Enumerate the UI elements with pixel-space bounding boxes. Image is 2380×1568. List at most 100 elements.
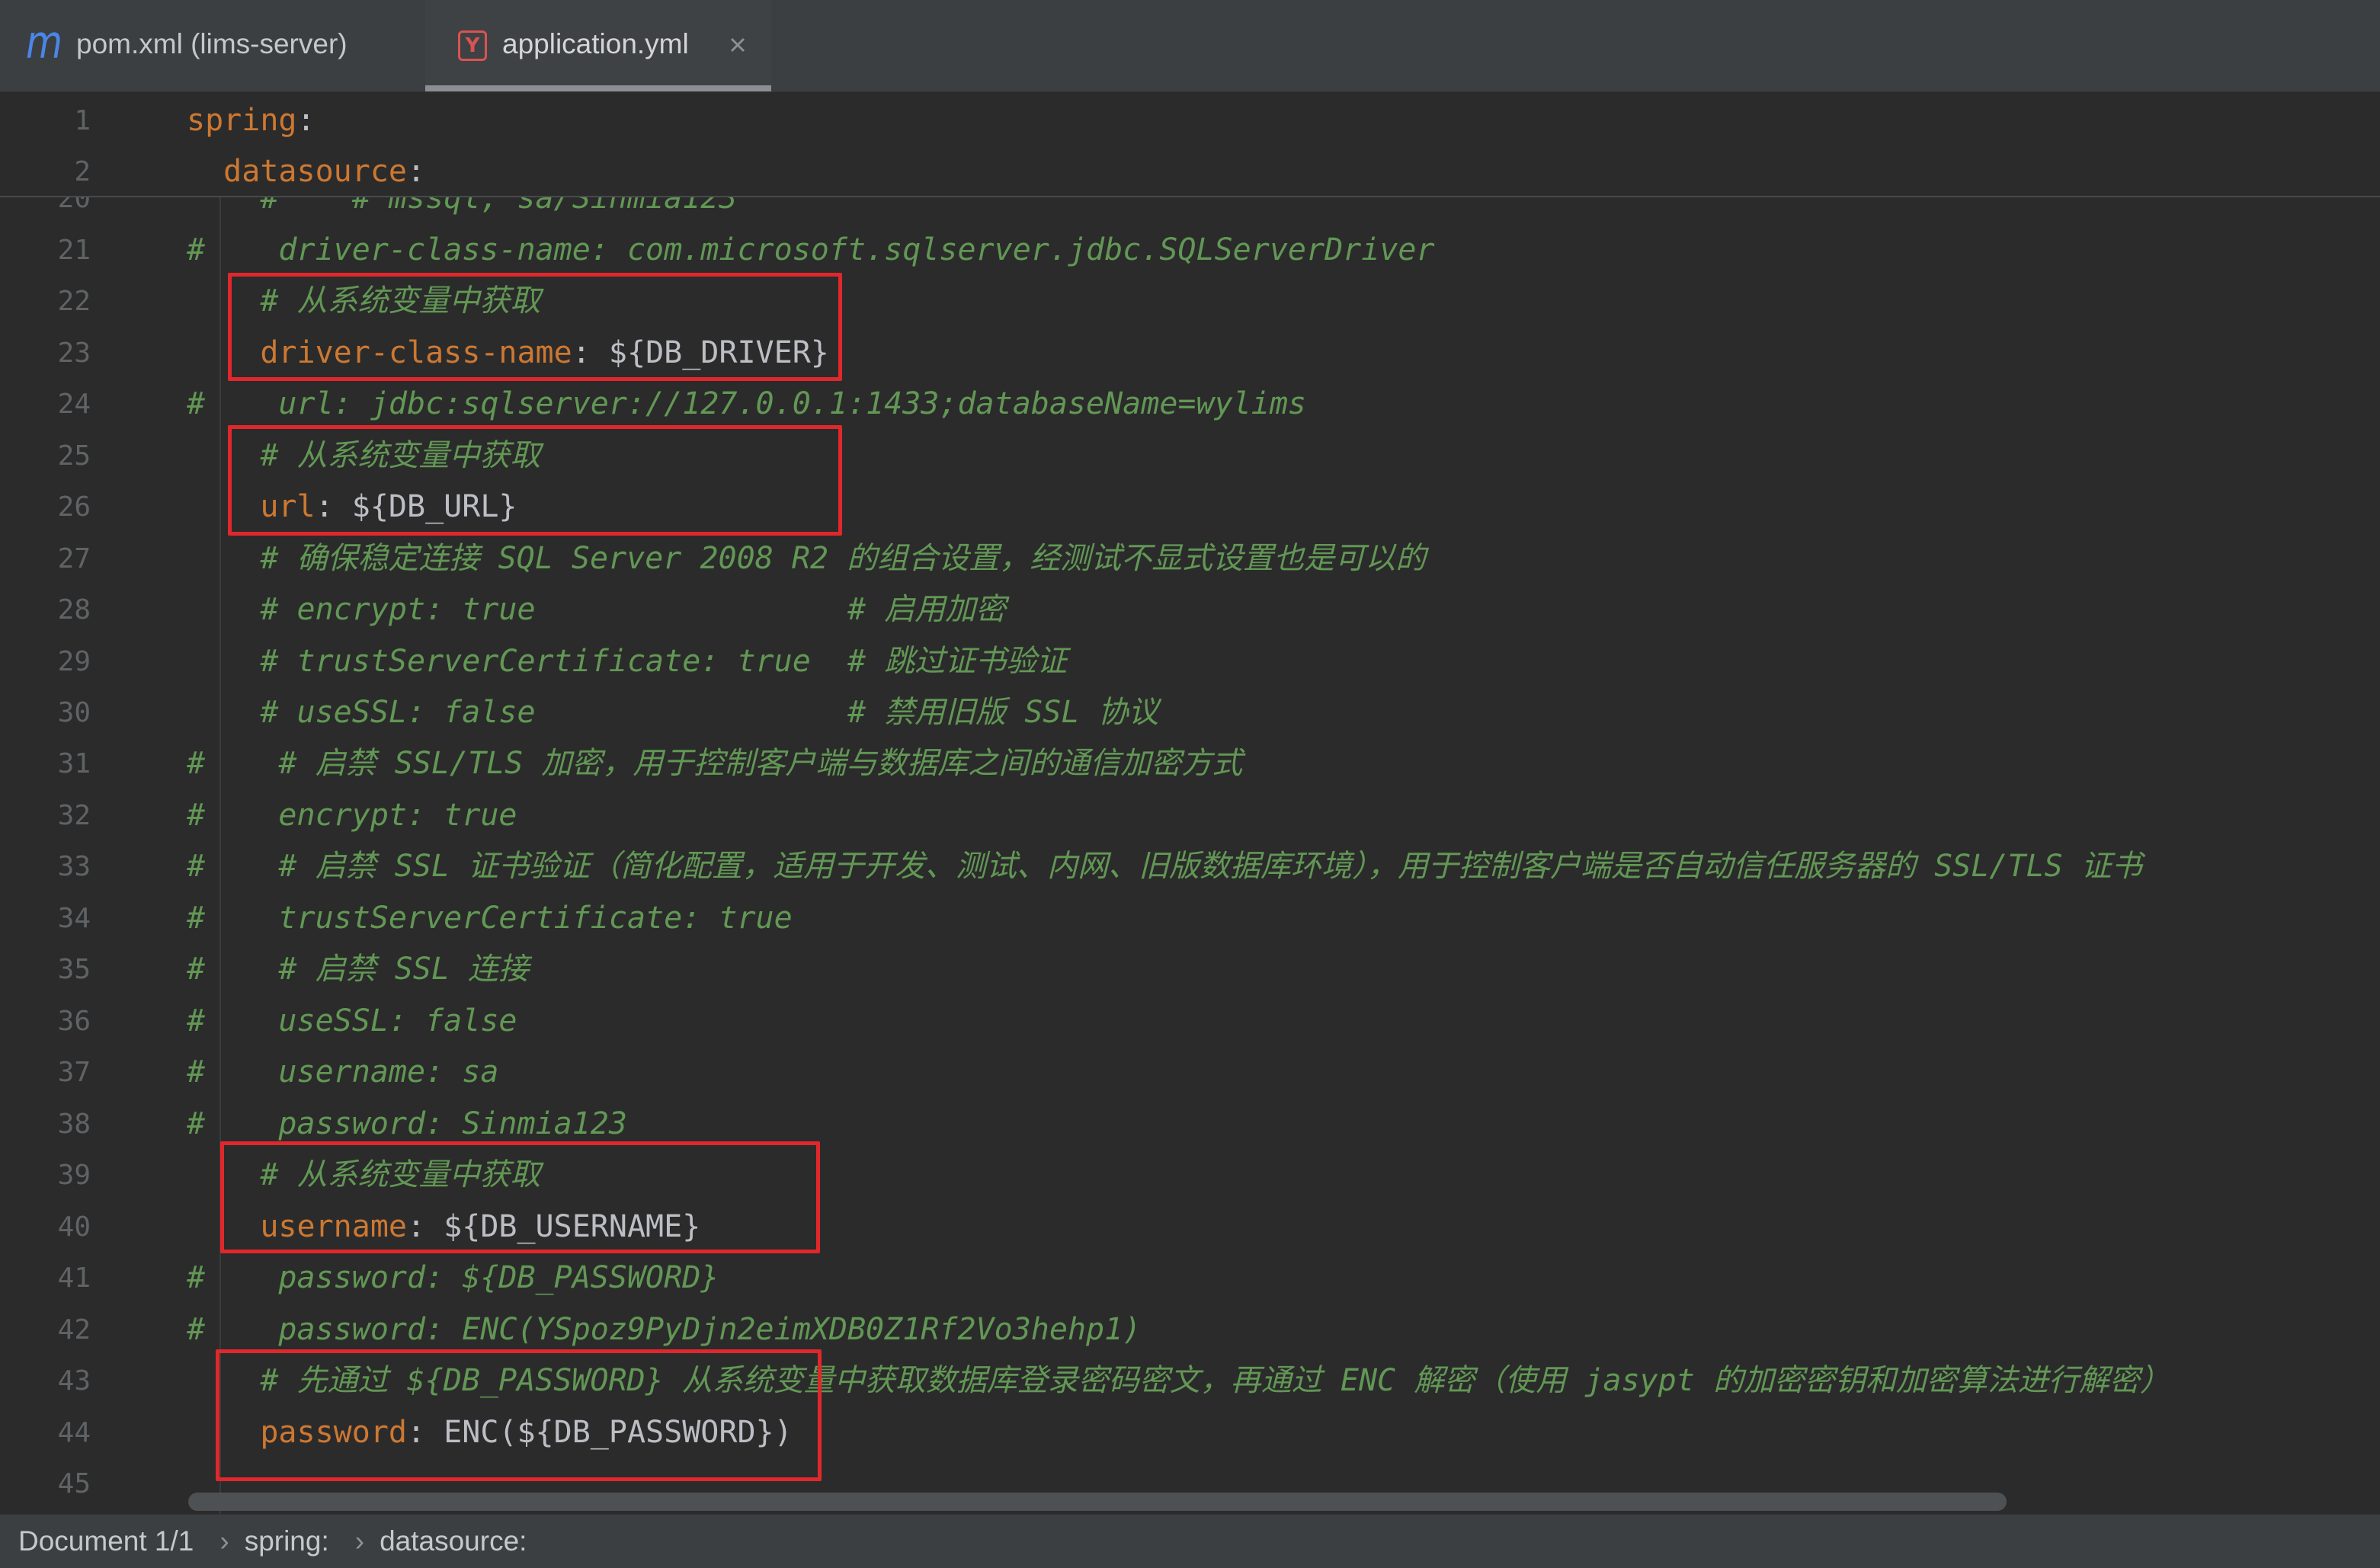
line-number: 41 [57, 1262, 91, 1294]
line-number: 34 [57, 902, 91, 934]
code-line[interactable]: 42 # password: ENC(YSpoz9PyDjn2eimXDB0Z1R… [0, 1304, 2380, 1355]
yaml-key: datasource [187, 154, 407, 190]
code-text: # # 启禁 SSL 证书验证（简化配置，适用于开发、测试、内网、旧版数据库环境… [187, 841, 2142, 892]
code-text: # # 启禁 SSL 连接 [187, 944, 529, 995]
yaml-comment: # encrypt: true # 启用加密 [187, 592, 1007, 628]
code-line[interactable]: 37 # username: sa [0, 1047, 2380, 1098]
line-number: 43 [57, 1365, 91, 1397]
code-text: # encrypt: true # 启用加密 [187, 584, 1006, 635]
code-lines: 20 # # mssql, sa/Sinmia123 21 # driver-cla… [0, 197, 2380, 1514]
line-number: 44 [57, 1416, 91, 1448]
code-line[interactable]: 24 # url: jdbc:sqlserver://127.0.0.1:1433… [0, 379, 2380, 430]
yaml-comment: # url: jdbc:sqlserver://127.0.0.1:1433;d… [187, 386, 1307, 422]
tab-label: pom.xml (lims-server) [76, 28, 348, 59]
yaml-key: url [187, 489, 316, 525]
tab-label: application.yml [502, 28, 689, 59]
yaml-comment: # # 启禁 SSL 证书验证（简化配置，适用于开发、测试、内网、旧版数据库环境… [187, 849, 2142, 885]
code-line[interactable]: 27 # 确保稳定连接 SQL Server 2008 R2 的组合设置，经测试… [0, 533, 2380, 584]
yaml-key: password [187, 1414, 407, 1450]
line-number: 35 [57, 954, 91, 986]
line-number: 37 [57, 1057, 91, 1089]
code-line[interactable]: 33 # # 启禁 SSL 证书验证（简化配置，适用于开发、测试、内网、旧版数据库… [0, 841, 2380, 892]
sticky-line[interactable]: 1 spring: [0, 95, 2380, 146]
code-line[interactable]: 26 url: ${DB_URL} [0, 482, 2380, 533]
code-line[interactable]: 38 # password: Sinmia123 [0, 1099, 2380, 1150]
yaml-comment: # trustServerCertificate: true # 跳过证书验证 [187, 643, 1068, 679]
breadcrumb-item-document[interactable]: Document 1/1 [18, 1525, 194, 1557]
code-line[interactable]: 35 # # 启禁 SSL 连接 [0, 944, 2380, 995]
sticky-line[interactable]: 2 datasource: [0, 146, 2380, 196]
line-number: 20 [57, 197, 91, 215]
yaml-value: : ${DB_URL} [315, 489, 517, 525]
code-line[interactable]: 40 username: ${DB_USERNAME} [0, 1202, 2380, 1253]
line-number: 24 [57, 389, 91, 421]
code-line[interactable]: 25 # 从系统变量中获取 [0, 430, 2380, 482]
yaml-comment: # 从系统变量中获取 [187, 283, 541, 319]
code-text: # 从系统变量中获取 [187, 1150, 541, 1201]
code-line[interactable]: 41 # password: ${DB_PASSWORD} [0, 1253, 2380, 1304]
code-line[interactable]: 34 # trustServerCertificate: true [0, 893, 2380, 944]
code-text: username: ${DB_USERNAME} [187, 1202, 700, 1253]
tab-pom-xml[interactable]: m pom.xml (lims-server) [0, 0, 425, 91]
yaml-key: username [187, 1208, 407, 1244]
code-line[interactable]: 23 driver-class-name: ${DB_DRIVER} [0, 328, 2380, 379]
line-number: 39 [57, 1160, 91, 1192]
yaml-key: driver-class-name [187, 334, 572, 370]
code-line[interactable]: 21 # driver-class-name: com.microsoft.sql… [0, 225, 2380, 276]
code-line[interactable]: 32 # encrypt: true [0, 790, 2380, 841]
yaml-comment: # useSSL: false [187, 1003, 517, 1038]
code-text: # username: sa [187, 1047, 498, 1098]
yaml-comment: # 确保稳定连接 SQL Server 2008 R2 的组合设置，经测试不显式… [187, 540, 1427, 576]
breadcrumb-item-spring[interactable]: spring: [245, 1525, 329, 1557]
code-line[interactable]: 20 # # mssql, sa/Sinmia123 [0, 197, 2380, 225]
line-number: 1 [74, 105, 91, 136]
yaml-comment: # # 启禁 SSL/TLS 加密，用于控制客户端与数据库之间的通信加密方式 [187, 746, 1243, 782]
code-line[interactable]: 36 # useSSL: false [0, 996, 2380, 1047]
line-number: 45 [57, 1468, 91, 1500]
horizontal-scrollbar-thumb[interactable] [188, 1493, 2007, 1511]
yaml-icon: Y [458, 30, 487, 61]
close-icon[interactable] [727, 34, 748, 56]
yaml-comment: # password: ENC(YSpoz9PyDjn2eimXDB0Z1Rf2… [187, 1311, 1142, 1347]
code-line[interactable]: 43 # 先通过 ${DB_PASSWORD} 从系统变量中获取数据库登录密码密… [0, 1355, 2380, 1406]
code-text: # password: ENC(YSpoz9PyDjn2eimXDB0Z1Rf2… [187, 1304, 1141, 1355]
line-number: 38 [57, 1108, 91, 1140]
maven-icon: m [26, 16, 62, 69]
line-number: 30 [57, 697, 91, 728]
code-editor[interactable]: 20 # # mssql, sa/Sinmia123 21 # driver-cla… [0, 197, 2380, 1514]
code-text: spring: [187, 95, 316, 146]
yaml-comment: # useSSL: false # 禁用旧版 SSL 协议 [187, 695, 1159, 730]
line-number: 25 [57, 440, 91, 472]
line-number: 42 [57, 1314, 91, 1346]
breadcrumb-separator: › [354, 1525, 365, 1557]
tab-application-yml[interactable]: Y application.yml [425, 0, 771, 91]
line-number: 31 [57, 748, 91, 780]
yaml-comment: # 从系统变量中获取 [187, 1157, 541, 1193]
line-number: 22 [57, 286, 91, 318]
code-text: # # mssql, sa/Sinmia123 [187, 197, 737, 225]
code-line[interactable]: 22 # 从系统变量中获取 [0, 276, 2380, 327]
yaml-comment: # driver-class-name: com.microsoft.sqlse… [187, 232, 1435, 267]
code-text: # encrypt: true [187, 790, 517, 841]
code-line[interactable]: 39 # 从系统变量中获取 [0, 1150, 2380, 1201]
code-text: password: ENC(${DB_PASSWORD}) [187, 1407, 792, 1458]
code-text: # # 启禁 SSL/TLS 加密，用于控制客户端与数据库之间的通信加密方式 [187, 738, 1242, 789]
code-text: # driver-class-name: com.microsoft.sqlse… [187, 225, 1435, 276]
code-line[interactable]: 29 # trustServerCertificate: true # 跳过证书… [0, 636, 2380, 687]
code-text: driver-class-name: ${DB_DRIVER} [187, 328, 829, 379]
code-line[interactable]: 28 # encrypt: true # 启用加密 [0, 584, 2380, 635]
line-number: 21 [57, 234, 91, 266]
line-number: 29 [57, 645, 91, 677]
code-line[interactable]: 30 # useSSL: false # 禁用旧版 SSL 协议 [0, 687, 2380, 738]
breadcrumb-item-datasource[interactable]: datasource: [380, 1525, 527, 1557]
code-text: # trustServerCertificate: true [187, 893, 793, 944]
code-text: # 从系统变量中获取 [187, 276, 541, 327]
yaml-value: : ${DB_DRIVER} [572, 334, 829, 370]
code-line[interactable]: 31 # # 启禁 SSL/TLS 加密，用于控制客户端与数据库之间的通信加密方式 [0, 738, 2380, 789]
code-text: # password: Sinmia123 [187, 1099, 627, 1150]
yaml-key: spring [187, 103, 297, 138]
code-text: # 先通过 ${DB_PASSWORD} 从系统变量中获取数据库登录密码密文，再… [187, 1355, 2170, 1406]
code-line[interactable]: 44 password: ENC(${DB_PASSWORD}) [0, 1407, 2380, 1458]
code-text: # trustServerCertificate: true # 跳过证书验证 [187, 636, 1067, 687]
line-number: 28 [57, 594, 91, 626]
